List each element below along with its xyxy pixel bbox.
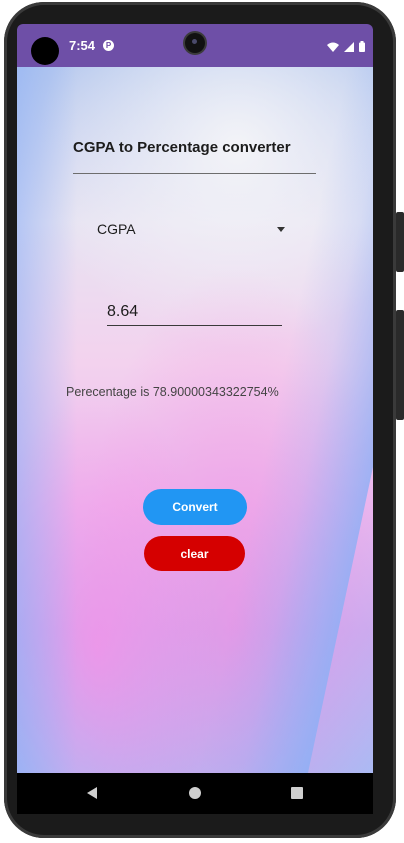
battery-icon: [359, 39, 365, 57]
signal-icon: [344, 39, 354, 57]
cgpa-input[interactable]: [107, 299, 282, 326]
result-text: Perecentage is 78.90000343322754%: [66, 385, 279, 399]
dropdown-arrow-icon: [277, 227, 285, 232]
front-camera: [185, 33, 205, 53]
clear-button[interactable]: clear: [144, 536, 245, 571]
title-divider: [73, 173, 316, 174]
wifi-icon: [327, 39, 339, 57]
convert-button[interactable]: Convert: [143, 489, 247, 525]
punch-hole-camera: [31, 37, 59, 65]
power-button: [396, 310, 404, 420]
home-icon[interactable]: [189, 787, 201, 799]
app-content: CGPA to Percentage converter CGPA Perece…: [17, 67, 373, 773]
unit-spinner[interactable]: CGPA: [97, 217, 287, 241]
status-time: 7:54: [69, 38, 96, 53]
status-bar: 7:54 P: [17, 24, 373, 67]
page-title: CGPA to Percentage converter: [73, 139, 291, 156]
navigation-bar: [17, 773, 373, 814]
spinner-selected-value: CGPA: [97, 221, 136, 237]
recents-icon[interactable]: [291, 787, 303, 799]
back-icon[interactable]: [87, 787, 97, 799]
notification-app-icon: P: [103, 40, 114, 51]
status-icons: [327, 39, 365, 57]
volume-button: [396, 212, 404, 272]
screen: 7:54 P CGPA to Percentage converter CGPA…: [17, 24, 373, 814]
